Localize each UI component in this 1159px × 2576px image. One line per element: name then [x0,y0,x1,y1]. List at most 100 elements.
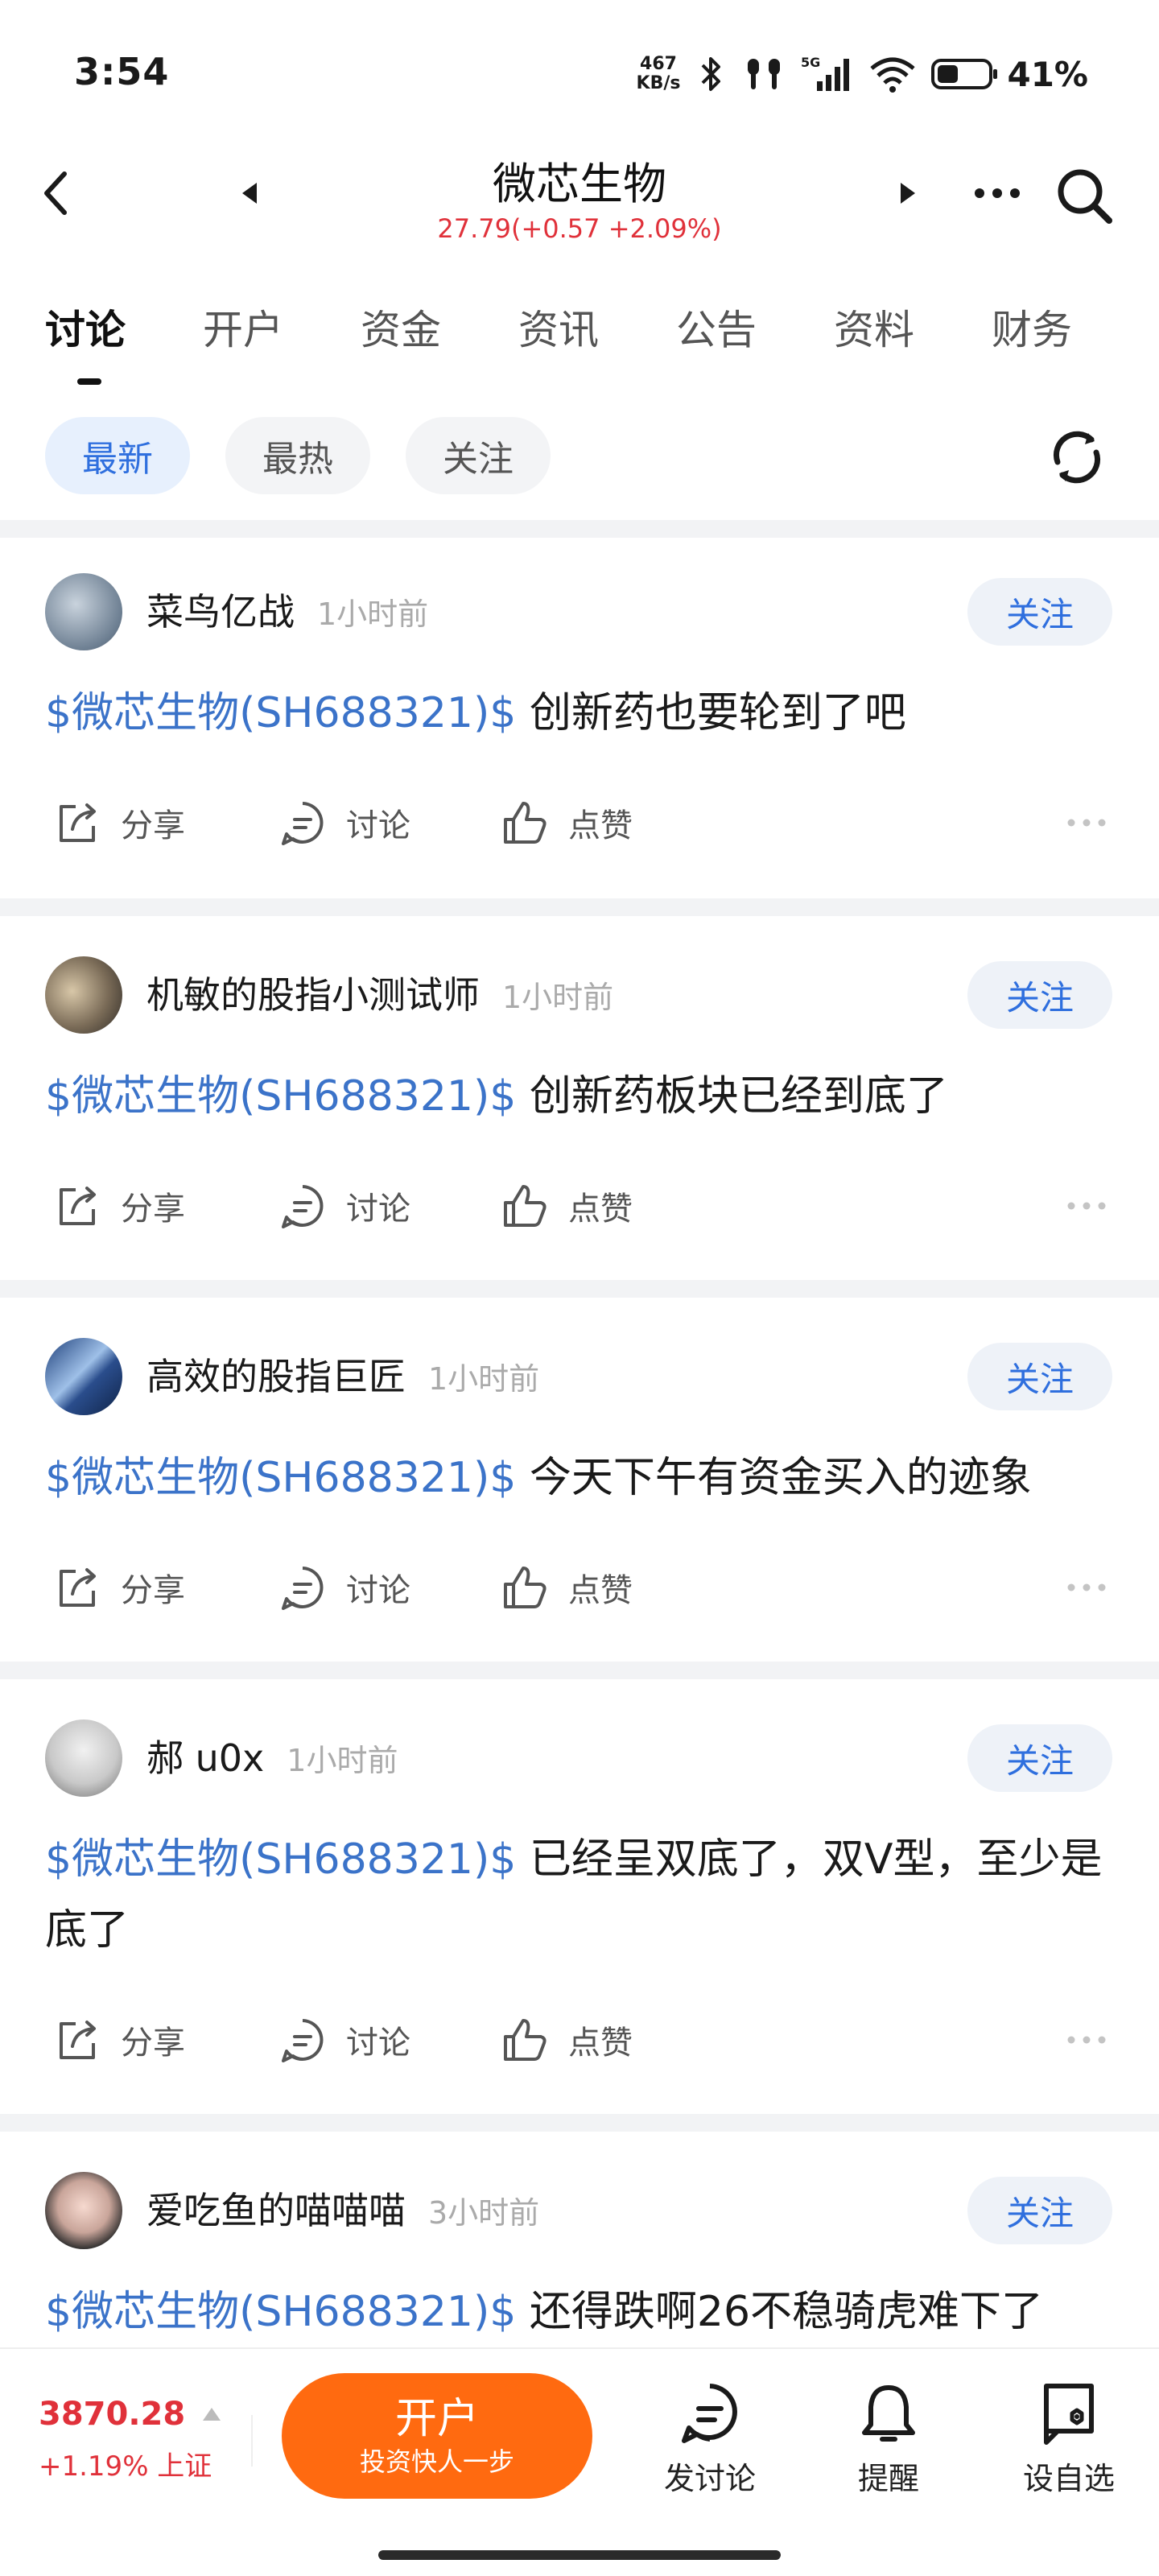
section-divider [0,1280,1159,1298]
market-index[interactable]: 3870.28 +1.19% 上证 [39,2396,222,2483]
more-options-button[interactable] [969,171,1025,216]
post-more-button[interactable] [1062,799,1111,847]
follow-button[interactable]: 关注 [967,2177,1112,2244]
share-button[interactable]: 分享 [52,791,185,855]
post-body: 今天下午有资金买入的迹象 [516,1454,1032,1502]
tab-open-account[interactable]: 开户 [203,304,283,356]
bottom-action-bar: 3870.28 +1.19% 上证 开户 投资快人一步 发讨论 提醒 设自选 [0,2347,1159,2576]
ellipsis-icon [1067,1202,1106,1210]
section-divider [0,2114,1159,2132]
share-label: 分享 [121,807,185,844]
search-icon [1058,169,1112,224]
like-label: 点赞 [568,2025,633,2062]
index-value: 3870.28 [39,2396,186,2433]
active-tab-indicator [77,378,101,385]
tab-discussion[interactable]: 讨论 [45,304,126,356]
tab-financials[interactable]: 财务 [992,304,1072,356]
bluetooth-icon [702,57,721,91]
add-watchlist-label: 设自选 [1022,2461,1115,2496]
search-button[interactable] [1054,166,1116,227]
tab-announcements[interactable]: 公告 [676,304,757,356]
avatar[interactable] [45,573,122,650]
share-button[interactable]: 分享 [52,1555,185,1620]
comment-icon [282,1567,324,1610]
back-button[interactable] [32,169,80,217]
triangle-left-icon [242,183,257,204]
post-content[interactable]: $微芯生物(SH688321)$ 还得跌啊26不稳骑虎难下了 [45,2277,1124,2347]
post-author[interactable]: 郝 u0x 1小时前 [146,1734,398,1785]
filter-latest[interactable]: 最新 [45,417,190,494]
post-author[interactable]: 菜鸟亿战 1小时前 [146,588,428,638]
open-account-button[interactable]: 开户 投资快人一步 [282,2373,592,2499]
share-icon [60,803,96,842]
share-button[interactable]: 分享 [52,1174,185,1238]
thumbs-up-icon [504,1567,547,1608]
index-value-row: 3870.28 [39,2396,222,2433]
comment-label: 讨论 [346,807,410,844]
like-button[interactable]: 点赞 [499,1174,633,1238]
post-body: 创新药也要轮到了吧 [516,689,906,737]
follow-button[interactable]: 关注 [967,1343,1112,1410]
post-more-button[interactable] [1062,1182,1111,1230]
follow-button[interactable]: 关注 [967,578,1112,646]
stock-tag-link[interactable]: $微芯生物(SH688321)$ [45,2288,516,2336]
tab-news[interactable]: 资讯 [518,304,599,356]
stock-tag-link[interactable]: $微芯生物(SH688321)$ [45,689,516,737]
triangle-right-icon [901,183,915,204]
next-stock-button[interactable] [892,177,924,209]
comment-button[interactable]: 讨论 [277,2008,410,2072]
add-watchlist-button[interactable]: 设自选 [1004,2380,1133,2498]
post-discussion-button[interactable]: 发讨论 [645,2380,774,2498]
comment-button[interactable]: 讨论 [277,1555,410,1620]
filter-hottest[interactable]: 最热 [225,417,370,494]
post-author[interactable]: 机敏的股指小测试师 1小时前 [146,971,613,1022]
status-icons: 467 KB/s 5G 41% [637,50,1088,98]
like-button[interactable]: 点赞 [499,1555,633,1620]
post-content[interactable]: $微芯生物(SH688321)$ 今天下午有资金买入的迹象 [45,1443,1124,1513]
filter-following[interactable]: 关注 [406,417,551,494]
post-card: 郝 u0x 1小时前 关注 $微芯生物(SH688321)$ 已经呈双底了，双V型… [0,1679,1159,2114]
wifi-icon [870,57,916,93]
post-author-name: 郝 u0x [146,1736,265,1780]
bell-icon [862,2385,915,2442]
post-time: 1小时前 [317,597,429,632]
post-more-button[interactable] [1062,2016,1111,2064]
refresh-button[interactable] [1045,425,1109,489]
stock-title-block: 微芯生物 27.79(+0.57 +2.09%) [338,158,821,245]
comment-icon [282,802,324,845]
stock-tag-link[interactable]: $微芯生物(SH688321)$ [45,1835,516,1884]
follow-button[interactable]: 关注 [967,1724,1112,1792]
share-icon [60,2021,96,2059]
post-author[interactable]: 爱吃鱼的喵喵喵 3小时前 [146,2186,539,2237]
comment-button[interactable]: 讨论 [277,1174,410,1238]
share-label: 分享 [121,2025,185,2062]
tab-profile[interactable]: 资料 [834,304,914,356]
post-actions: 分享 讨论 点赞 [0,791,1159,855]
share-button[interactable]: 分享 [52,2008,185,2072]
chat-bubble-icon [682,2384,737,2443]
avatar[interactable] [45,1338,122,1415]
previous-stock-button[interactable] [233,177,266,209]
post-content[interactable]: $微芯生物(SH688321)$ 已经呈双底了，双V型，至少是底了 [45,1824,1124,1966]
avatar[interactable] [45,2172,122,2249]
comment-button[interactable]: 讨论 [277,791,410,855]
thumbs-up-icon [504,1185,547,1227]
tab-capital[interactable]: 资金 [361,304,441,356]
post-actions: 分享 讨论 点赞 [0,2008,1159,2072]
post-content[interactable]: $微芯生物(SH688321)$ 创新药也要轮到了吧 [45,678,1124,749]
follow-button[interactable]: 关注 [967,961,1112,1029]
cellular-signal-icon: 5G [801,55,850,91]
post-author[interactable]: 高效的股指巨匠 1小时前 [146,1352,539,1403]
like-button[interactable]: 点赞 [499,791,633,855]
post-content[interactable]: $微芯生物(SH688321)$ 创新药板块已经到底了 [45,1061,1124,1132]
like-button[interactable]: 点赞 [499,2008,633,2072]
avatar[interactable] [45,1719,122,1797]
stock-tag-link[interactable]: $微芯生物(SH688321)$ [45,1454,516,1502]
stock-tag-link[interactable]: $微芯生物(SH688321)$ [45,1072,516,1121]
alert-button[interactable]: 提醒 [824,2380,953,2498]
earbuds-icon [748,59,781,89]
post-author-name: 爱吃鱼的喵喵喵 [146,2189,406,2232]
post-more-button[interactable] [1062,1563,1111,1612]
avatar[interactable] [45,956,122,1034]
home-indicator[interactable] [378,2550,781,2560]
